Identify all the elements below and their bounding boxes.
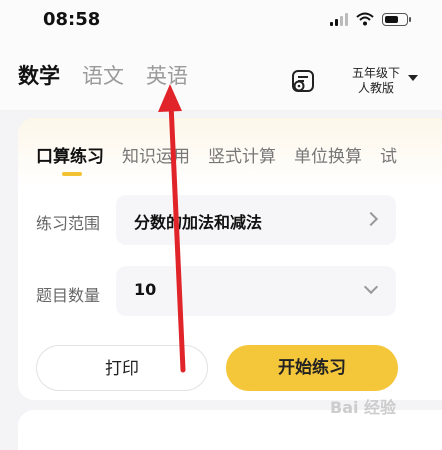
chevron-right-icon [363,211,379,227]
chevron-down-icon [363,279,379,295]
range-select[interactable]: 分数的加法和减法 [116,195,396,245]
subtab-more[interactable]: 试 [380,142,397,167]
count-select[interactable]: 10 [116,266,396,316]
grade-level: 五年级下 [352,66,401,80]
range-label: 练习范围 [36,214,101,233]
range-value: 分数的加法和减法 [134,213,263,232]
start-practice-button[interactable]: 开始练习 [226,345,398,391]
subtab-unit-conversion[interactable]: 单位换算 [294,142,362,167]
print-button[interactable]: 打印 [36,345,208,391]
caret-down-icon[interactable] [408,75,418,81]
count-value: 10 [134,280,157,299]
cellular-signal-icon [330,12,348,26]
subtab-mental-math[interactable]: 口算练习 [36,142,104,176]
subject-header: 数学 语文 英语 五年级下 人教版 [0,40,442,110]
subtab-vertical-calc[interactable]: 竖式计算 [208,142,276,167]
count-label: 题目数量 [36,286,101,305]
practice-type-tabs: 口算练习 知识运用 竖式计算 单位换算 试 [36,142,397,176]
tab-chinese[interactable]: 语文 [82,60,124,90]
textbook-edition: 人教版 [358,81,395,95]
tab-math[interactable]: 数学 [18,60,60,90]
wifi-icon [356,12,374,26]
printer-icon[interactable] [290,68,316,94]
status-time: 08:58 [43,9,101,30]
subtab-knowledge[interactable]: 知识运用 [122,142,190,167]
watermark: Bai 经验 [330,398,397,417]
tab-english[interactable]: 英语 [146,60,188,90]
status-icons [330,12,411,26]
subject-tabs: 数学 语文 英语 [18,60,188,90]
status-bar: 08:58 [0,0,442,40]
battery-icon [382,12,411,26]
grade-selector[interactable]: 五年级下 人教版 [352,66,400,96]
